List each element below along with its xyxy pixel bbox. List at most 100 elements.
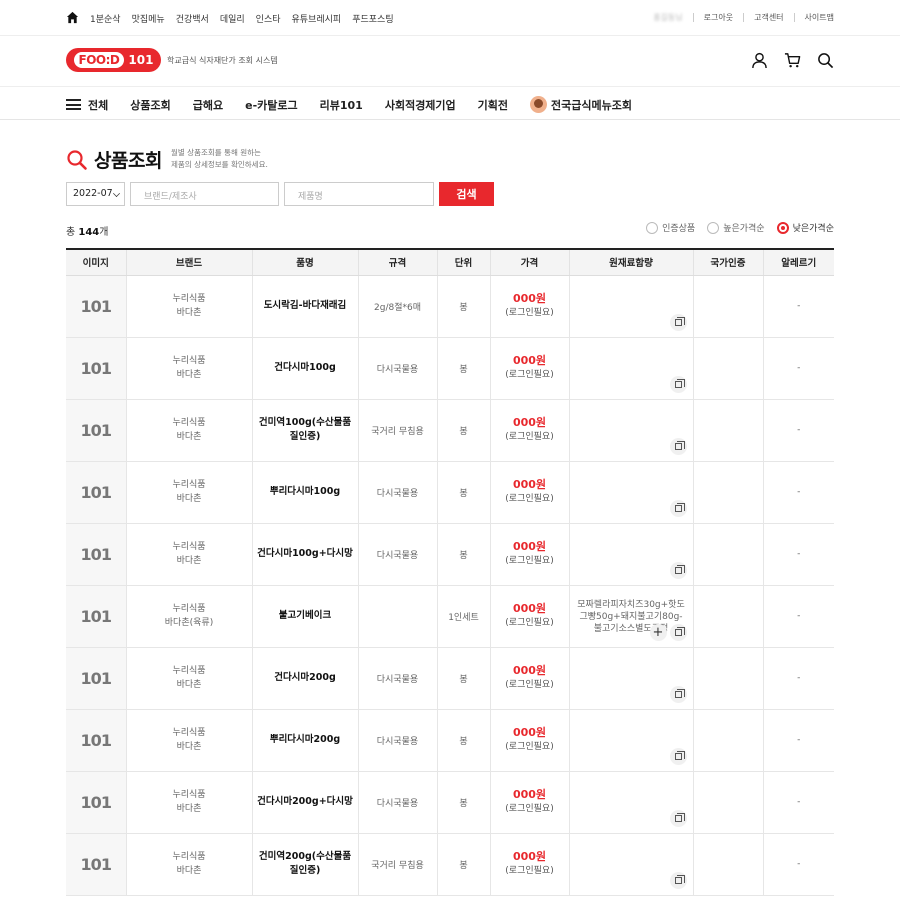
- product-name-cell[interactable]: 뿌리다시마200g: [251, 709, 358, 772]
- product-name-cell[interactable]: 건다시마200g: [251, 647, 358, 710]
- top-link[interactable]: 데일리: [220, 12, 245, 25]
- price-cell: 000원 (로그인필요): [489, 275, 569, 338]
- plus-icon[interactable]: +: [649, 623, 667, 641]
- product-image[interactable]: 101: [66, 833, 126, 896]
- radio-button[interactable]: [646, 221, 659, 234]
- ingredient-cell: [568, 833, 693, 896]
- product-name[interactable]: 뿌리다시마100g: [257, 485, 354, 499]
- copy-icon[interactable]: [669, 437, 687, 455]
- table-row[interactable]: 101 누리식품 바다촌 건다시마200g+다시망 다시국물용 봉 000원 (로그인필요) -: [66, 771, 834, 834]
- table-row[interactable]: 101 누리식품 바다촌 도시락김-바다재래김 2g/8절*6매 봉 000원 (로그인필요)…: [66, 275, 834, 338]
- unit-cell: 봉: [436, 275, 490, 338]
- nav-item-social-enterprise[interactable]: 사회적경제기업: [385, 97, 456, 113]
- copy-icon[interactable]: [669, 809, 687, 827]
- brand-search-input[interactable]: 브랜드/제조사: [130, 182, 279, 206]
- product-name-cell[interactable]: 건다시마200g+다시망: [251, 771, 358, 834]
- sort-option-low-price[interactable]: 낮은가격순: [776, 221, 834, 234]
- top-link[interactable]: 맛집메뉴: [132, 12, 165, 25]
- product-name-cell[interactable]: 건미역100g(수산물품 질인증): [251, 399, 358, 462]
- product-name-input[interactable]: 제품명: [284, 182, 434, 206]
- product-image[interactable]: 101: [66, 337, 126, 400]
- copy-icon[interactable]: [669, 499, 687, 517]
- copy-icon[interactable]: [669, 313, 687, 331]
- product-name[interactable]: 건미역200g(수산물품: [257, 850, 354, 864]
- logo-number: 101: [128, 53, 154, 67]
- product-name-cell[interactable]: 건미역200g(수산물품 질인증): [251, 833, 358, 896]
- table-row[interactable]: 101 누리식품 바다촌 건미역200g(수산물품 질인증) 국거리 무침용 봉 000원 (로…: [66, 833, 834, 896]
- spec-cell: 다시국물용: [357, 771, 437, 834]
- product-name-cell[interactable]: 건다시마100g+다시망: [251, 523, 358, 586]
- product-image[interactable]: 101: [66, 523, 126, 586]
- top-link[interactable]: 푸드포스팅: [352, 12, 393, 25]
- product-name-line2[interactable]: 질인증): [257, 430, 354, 444]
- product-name-line2[interactable]: 질인증): [257, 864, 354, 878]
- product-image[interactable]: 101: [66, 461, 126, 524]
- site-logo[interactable]: FOO:D 101: [66, 48, 161, 72]
- product-name-cell[interactable]: 뿌리다시마100g: [251, 461, 358, 524]
- product-name[interactable]: 건다시마100g: [257, 361, 354, 375]
- product-name[interactable]: 건다시마100g+다시망: [257, 547, 354, 561]
- table-row[interactable]: 101 누리식품 바다촌 뿌리다시마100g 다시국물용 봉 000원 (로그인필요) -: [66, 461, 834, 524]
- product-image[interactable]: 101: [66, 275, 126, 338]
- user-icon[interactable]: [751, 52, 768, 69]
- brand-maker: 누리식품: [172, 728, 206, 738]
- copy-icon[interactable]: [669, 685, 687, 703]
- logout-link[interactable]: 로그아웃: [704, 12, 733, 23]
- brand-maker: 누리식품: [172, 418, 206, 428]
- top-link[interactable]: 1분순삭: [90, 12, 121, 25]
- nav-item-urgent[interactable]: 급해요: [193, 97, 223, 113]
- search-button[interactable]: 검색: [439, 182, 494, 206]
- top-link[interactable]: 유튜브레시피: [292, 12, 342, 25]
- nav-item-review[interactable]: 리뷰101: [320, 97, 363, 113]
- copy-icon[interactable]: [669, 623, 687, 641]
- brand-name: 바다촌: [176, 680, 202, 690]
- nav-item-ecatalog[interactable]: e-카탈로그: [245, 97, 298, 113]
- nav-item-products[interactable]: 상품조회: [130, 97, 170, 113]
- product-name-cell[interactable]: 건다시마100g: [251, 337, 358, 400]
- copy-icon[interactable]: [669, 747, 687, 765]
- brand-maker: 누리식품: [172, 356, 206, 366]
- copy-icon[interactable]: [669, 871, 687, 889]
- product-name-cell[interactable]: 도시락김-바다재래김: [251, 275, 358, 338]
- cart-icon[interactable]: [784, 52, 801, 69]
- ingredient-cell: [568, 523, 693, 586]
- table-row[interactable]: 101 누리식품 바다촌 건다시마100g 다시국물용 봉 000원 (로그인필요) -: [66, 337, 834, 400]
- nav-all-menu[interactable]: 전체: [66, 97, 108, 113]
- product-image[interactable]: 101: [66, 399, 126, 462]
- table-row[interactable]: 101 누리식품 바다촌 건다시마200g 다시국물용 봉 000원 (로그인필요) -: [66, 647, 834, 710]
- month-select[interactable]: 2022-07: [66, 182, 125, 206]
- search-icon[interactable]: [817, 52, 834, 69]
- copy-icon[interactable]: [669, 561, 687, 579]
- nav-item-school-menu[interactable]: 전국급식메뉴조회: [530, 96, 632, 113]
- table-row[interactable]: 101 누리식품 바다촌 뿌리다시마200g 다시국물용 봉 000원 (로그인필요) -: [66, 709, 834, 772]
- support-link[interactable]: 고객센터: [754, 12, 783, 23]
- radio-button[interactable]: [707, 221, 720, 234]
- product-image[interactable]: 101: [66, 709, 126, 772]
- sort-option-certified[interactable]: 인증상품: [646, 221, 695, 234]
- product-name[interactable]: 건미역100g(수산물품: [257, 416, 354, 430]
- price-cell: 000원 (로그인필요): [489, 585, 569, 648]
- product-image[interactable]: 101: [66, 585, 126, 648]
- product-name[interactable]: 불고기베이크: [257, 609, 354, 623]
- brand-maker: 누리식품: [172, 790, 206, 800]
- product-image[interactable]: 101: [66, 771, 126, 834]
- top-link[interactable]: 인스타: [256, 12, 281, 25]
- sitemap-link[interactable]: 사이트맵: [805, 12, 834, 23]
- product-name[interactable]: 건다시마200g+다시망: [257, 795, 354, 809]
- home-icon[interactable]: [66, 11, 79, 24]
- product-name-cell[interactable]: 불고기베이크: [251, 585, 358, 648]
- table-row[interactable]: 101 누리식품 바다촌 건다시마100g+다시망 다시국물용 봉 000원 (로그인필요) -: [66, 523, 834, 586]
- brand-cell: 누리식품 바다촌: [125, 399, 252, 462]
- sort-option-high-price[interactable]: 높은가격순: [707, 221, 765, 234]
- nav-item-promotion[interactable]: 기획전: [478, 97, 508, 113]
- product-image[interactable]: 101: [66, 647, 126, 710]
- allergy-cell: -: [762, 399, 834, 462]
- copy-icon[interactable]: [669, 375, 687, 393]
- table-row[interactable]: 101 누리식품 바다촌(육류) 불고기베이크 1인세트 000원 (로그인필요) 모짜렐라피…: [66, 585, 834, 648]
- top-link[interactable]: 건강백서: [176, 12, 209, 25]
- product-name[interactable]: 도시락김-바다재래김: [257, 299, 354, 313]
- product-name[interactable]: 건다시마200g: [257, 671, 354, 685]
- radio-button-selected[interactable]: [776, 221, 789, 234]
- table-row[interactable]: 101 누리식품 바다촌 건미역100g(수산물품 질인증) 국거리 무침용 봉 000원 (로…: [66, 399, 834, 462]
- product-name[interactable]: 뿌리다시마200g: [257, 733, 354, 747]
